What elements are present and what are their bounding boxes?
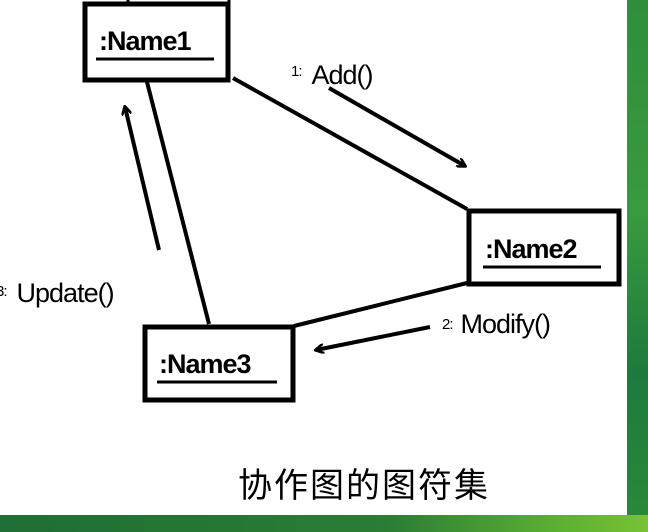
object-name3[interactable]: :Name3: [142, 324, 296, 403]
object-name2-label: :Name2: [485, 234, 577, 264]
arrow-update: [125, 107, 161, 251]
link-name1-name2: [232, 76, 468, 211]
object-name1[interactable]: :Name1: [82, 1, 231, 83]
link-name1-name3: [145, 81, 211, 325]
object-name2[interactable]: :Name2: [466, 208, 622, 287]
arrow-add: [328, 86, 465, 166]
object-name3-label: :Name3: [159, 349, 252, 379]
message-update: 3:Update(): [0, 278, 114, 308]
diagram-caption: 协作图的图符集: [238, 466, 490, 506]
message-modify: 2: Modify(): [442, 309, 550, 339]
collaboration-diagram: :Name1 :Name2 :Name3 1: Add() 2: Modify() …: [0, 0, 622, 403]
object-name1-label: :Name1: [99, 26, 192, 56]
arrow-modify: [316, 325, 431, 350]
message-add: 1: Add(): [291, 60, 373, 90]
